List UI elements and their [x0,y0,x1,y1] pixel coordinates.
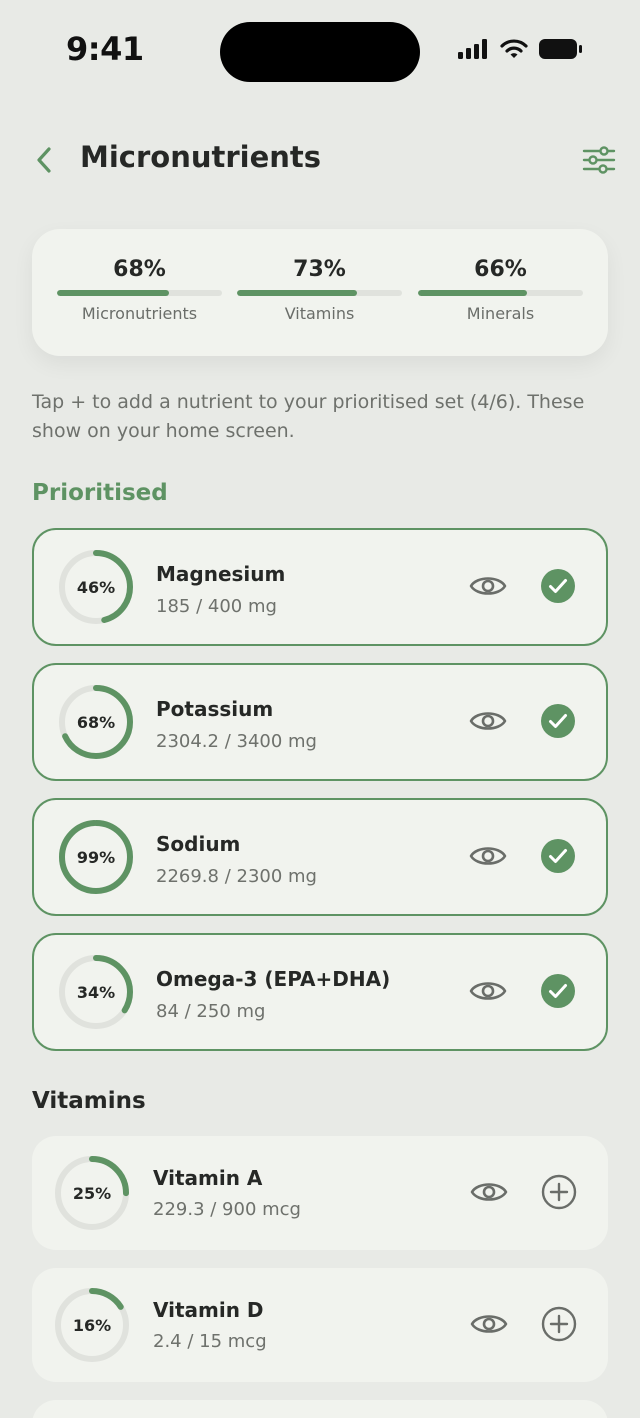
eye-icon [470,1311,508,1341]
stat-progress-track [57,290,222,296]
progress-percent: 34% [76,982,116,1002]
prioritised-toggle-button[interactable] [540,973,576,1013]
plus-circle-icon [541,1174,577,1214]
check-circle-icon [540,703,576,743]
progress-percent: 99% [76,847,116,867]
add-to-prioritised-button[interactable] [541,1174,577,1214]
back-button[interactable] [30,142,58,178]
battery-icon [539,39,582,59]
section-title-prioritised: Prioritised [32,480,168,506]
stat-micronutrients: 68% Micronutrients [57,257,222,323]
wifi-icon [500,39,528,58]
dynamic-island [220,22,420,82]
progress-percent: 25% [72,1183,112,1203]
stat-label: Minerals [466,304,535,323]
nav-header: Micronutrients [0,130,640,190]
nutrient-amount: 2269.8 / 2300 mg [156,866,317,887]
nutrient-card-omega-3[interactable]: 34% Omega-3 (EPA+DHA) 84 / 250 mg [32,933,608,1051]
nutrient-amount: 2304.2 / 3400 mg [156,731,317,752]
nutrient-name: Vitamin D [153,1298,264,1322]
progress-ring: 25% [52,1153,132,1233]
cellular-signal-icon [458,39,487,59]
progress-percent: 16% [72,1315,112,1335]
nutrient-card-vitamin-d[interactable]: 16% Vitamin D 2.4 / 15 mcg [32,1268,608,1382]
nutrient-card-magnesium[interactable]: 46% Magnesium 185 / 400 mg [32,528,608,646]
nutrient-name: Sodium [156,832,241,856]
summary-card: 68% Micronutrients 73% Vitamins 66% Mine… [32,229,608,356]
progress-percent: 68% [76,712,116,732]
eye-icon [469,708,507,738]
nutrient-name: Omega-3 (EPA+DHA) [156,967,391,991]
check-circle-icon [540,838,576,878]
check-circle-icon [540,973,576,1013]
view-button[interactable] [468,708,508,738]
prioritised-toggle-button[interactable] [540,838,576,878]
view-button[interactable] [469,1179,509,1209]
status-icons [458,38,584,60]
status-time: 9:41 [66,30,144,68]
eye-icon [470,1179,508,1209]
nutrient-amount: 229.3 / 900 mcg [153,1199,301,1220]
check-circle-icon [540,568,576,608]
view-button[interactable] [468,843,508,873]
stat-vitamins: 73% Vitamins [237,257,402,323]
stat-progress-fill [237,290,358,296]
eye-icon [469,573,507,603]
progress-ring: 99% [56,817,136,897]
add-to-prioritised-button[interactable] [541,1306,577,1346]
stat-value: 73% [293,257,346,282]
chevron-left-icon [37,147,51,173]
page-title: Micronutrients [80,140,322,174]
eye-icon [469,843,507,873]
stat-minerals: 66% Minerals [418,257,583,323]
stat-value: 68% [113,257,166,282]
nutrient-amount: 185 / 400 mg [156,596,277,617]
view-button[interactable] [468,978,508,1008]
nutrient-name: Magnesium [156,562,286,586]
stat-progress-track [237,290,402,296]
hint-text: Tap + to add a nutrient to your prioriti… [32,391,585,442]
nutrient-card-sodium[interactable]: 99% Sodium 2269.8 / 2300 mg [32,798,608,916]
view-button[interactable] [469,1311,509,1341]
prioritised-toggle-button[interactable] [540,568,576,608]
nutrient-amount: 84 / 250 mg [156,1001,266,1022]
stat-progress-track [418,290,583,296]
plus-circle-icon [541,1306,577,1346]
nutrient-name: Vitamin A [153,1166,263,1190]
filter-button[interactable] [582,144,616,176]
nutrient-name: Potassium [156,697,274,721]
section-title-vitamins: Vitamins [32,1088,146,1114]
stat-progress-fill [57,290,170,296]
progress-ring: 16% [52,1285,132,1365]
stat-progress-fill [418,290,527,296]
nutrient-card-partial[interactable] [32,1400,608,1418]
progress-ring: 46% [56,547,136,627]
eye-icon [469,978,507,1008]
status-bar: 9:41 [0,0,640,100]
stat-label: Vitamins [284,304,355,323]
nutrient-amount: 2.4 / 15 mcg [153,1331,267,1352]
nutrient-card-potassium[interactable]: 68% Potassium 2304.2 / 3400 mg [32,663,608,781]
nutrient-card-vitamin-a[interactable]: 25% Vitamin A 229.3 / 900 mcg [32,1136,608,1250]
progress-ring: 34% [56,952,136,1032]
stat-label: Micronutrients [81,304,198,323]
prioritised-toggle-button[interactable] [540,703,576,743]
sliders-icon [582,146,616,174]
view-button[interactable] [468,573,508,603]
stat-value: 66% [474,257,527,282]
progress-ring: 68% [56,682,136,762]
progress-percent: 46% [76,577,116,597]
